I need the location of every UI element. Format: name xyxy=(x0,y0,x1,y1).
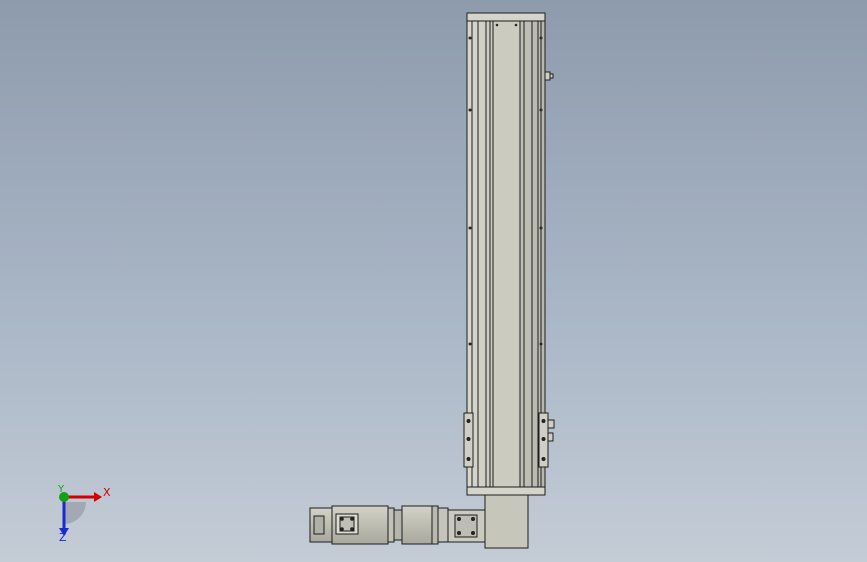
linear-actuator-model[interactable] xyxy=(0,0,867,562)
bottom-mount-block xyxy=(484,494,529,549)
side-bracket-top xyxy=(544,71,554,81)
z-axis-label: Z xyxy=(59,531,67,544)
view-orientation-triad: X Y Z xyxy=(40,478,120,548)
actuator-rail xyxy=(466,12,546,496)
servo-motor xyxy=(309,505,486,545)
cad-graphics-viewport[interactable]: X Y Z xyxy=(0,0,867,562)
x-axis-label: X xyxy=(103,486,111,499)
y-axis-label: Y xyxy=(58,484,65,495)
